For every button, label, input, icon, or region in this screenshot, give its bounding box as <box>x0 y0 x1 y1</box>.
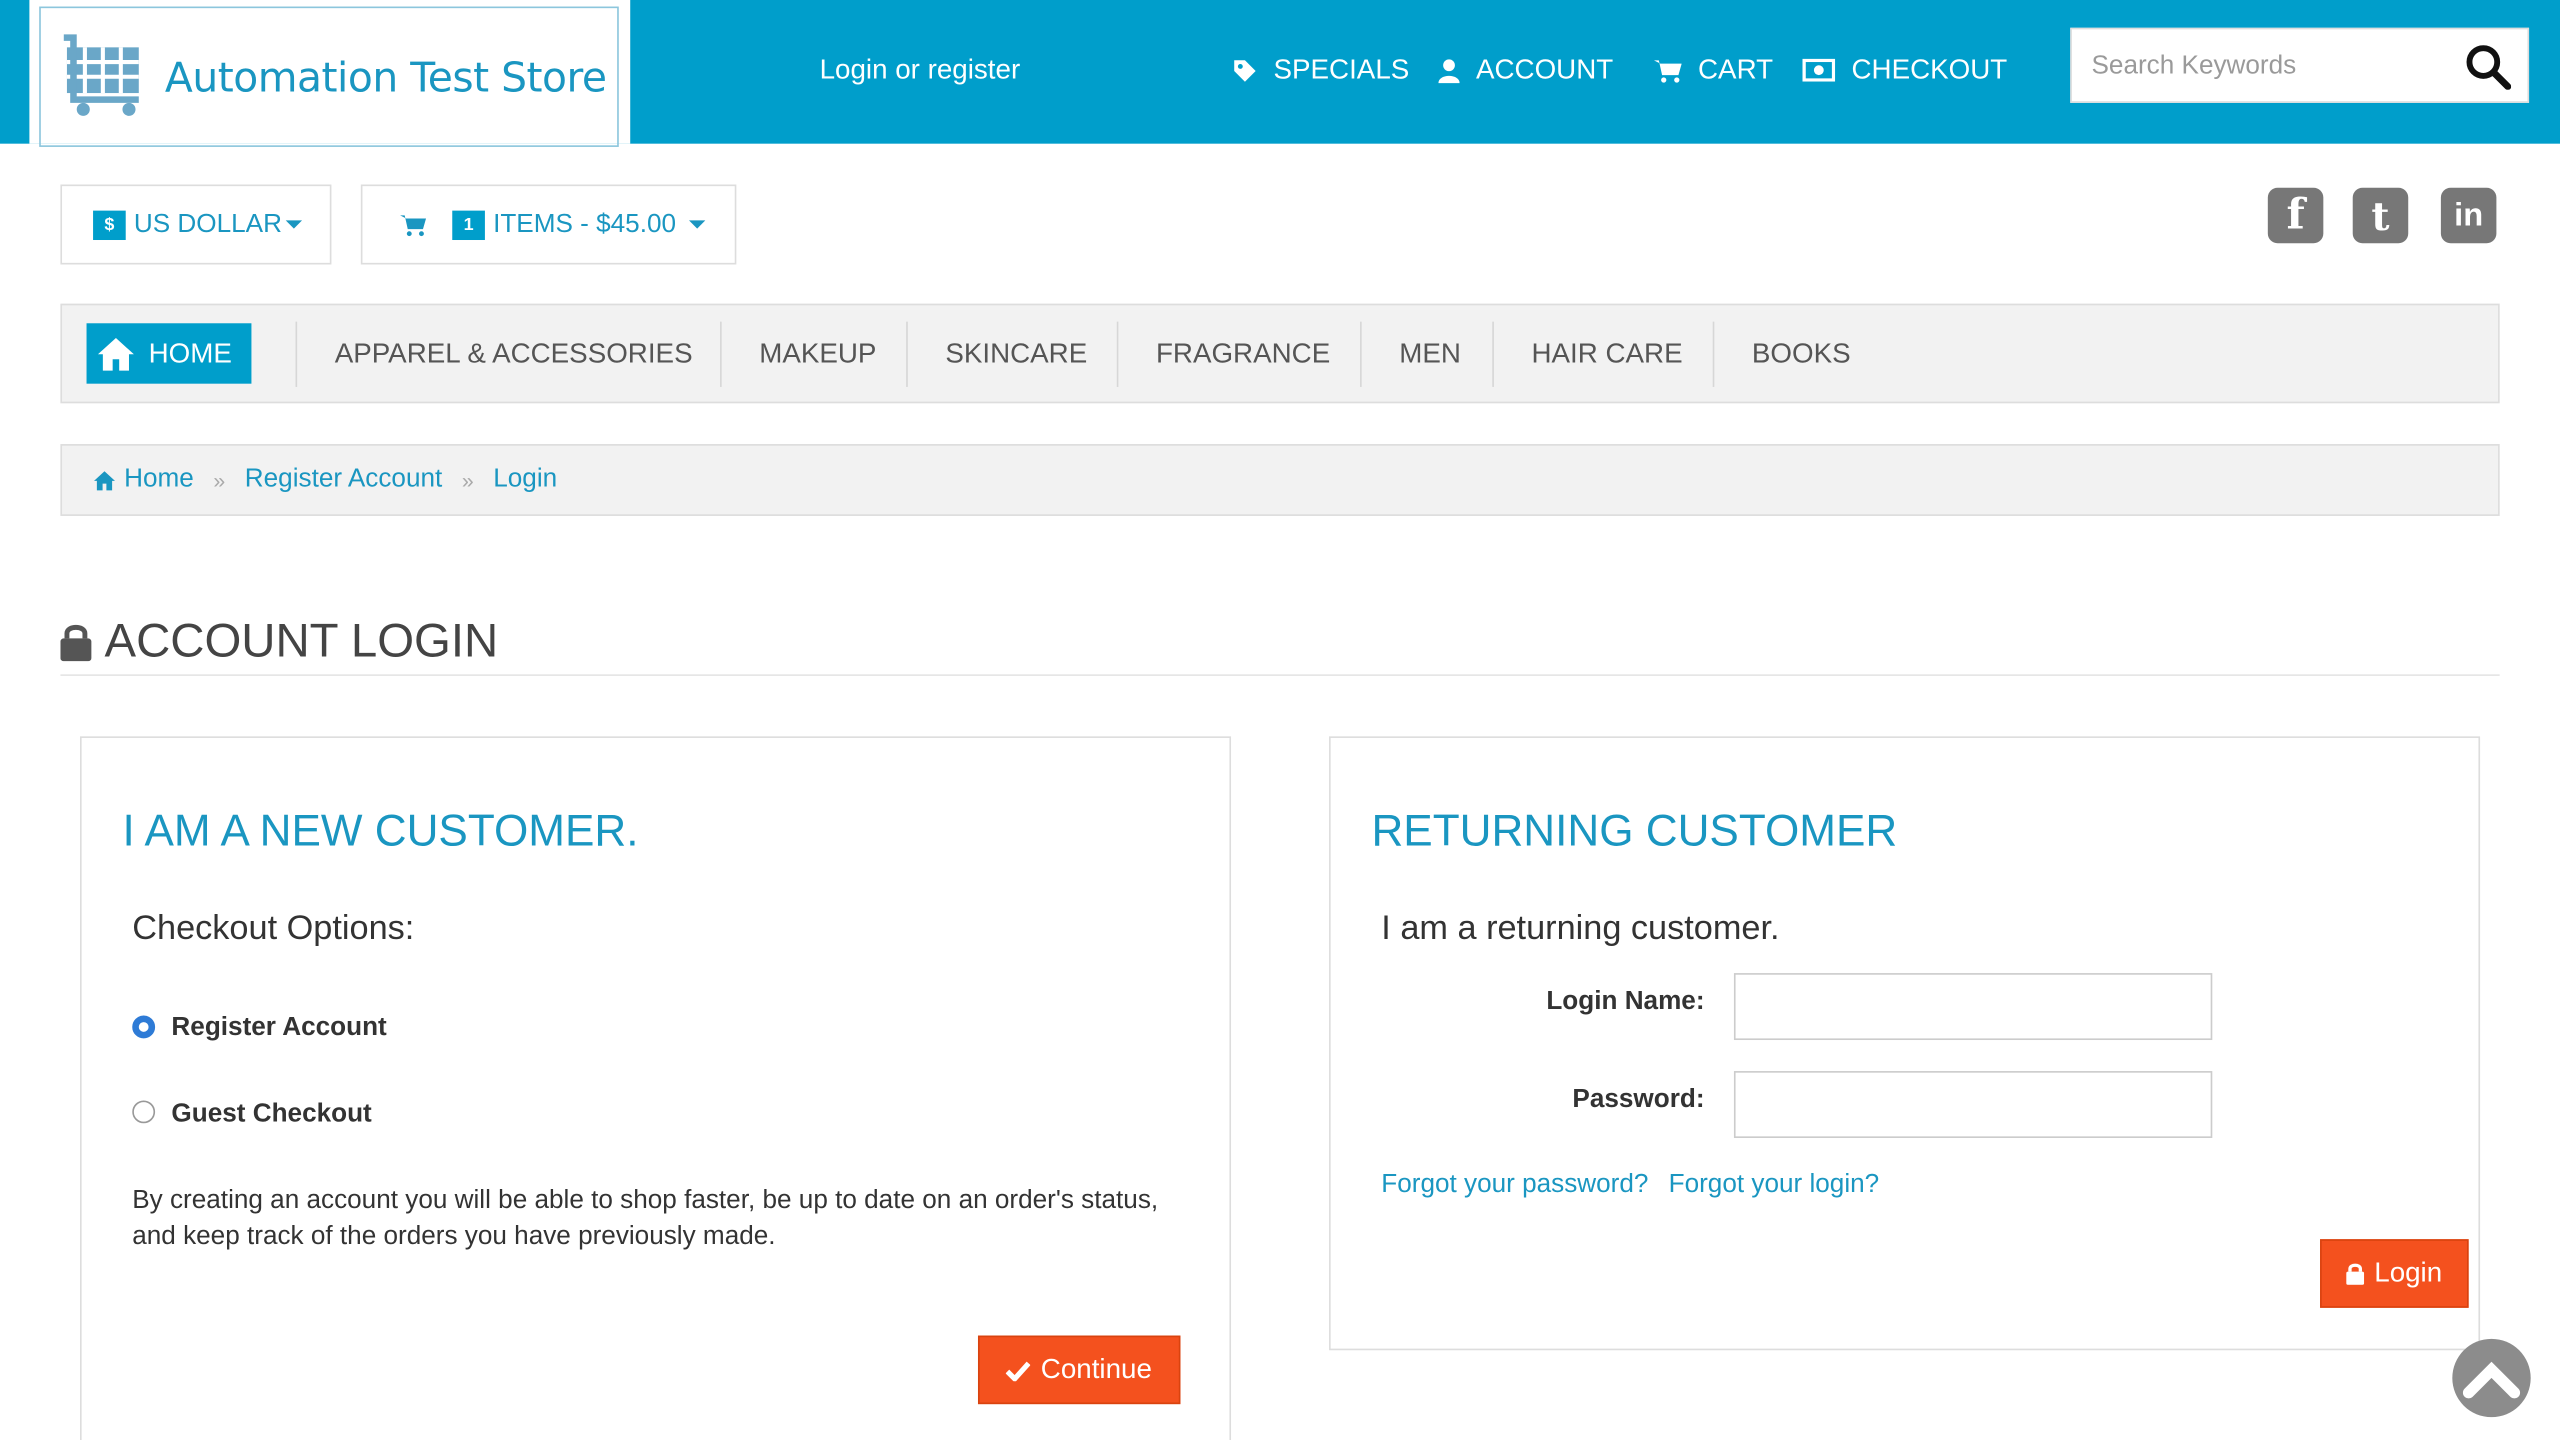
store-logo[interactable]: Automation Test Store <box>39 6 619 147</box>
returning-customer-title: RETURNING CUSTOMER <box>1371 806 1898 856</box>
logo-text: Automation Test Store <box>164 53 607 101</box>
shopping-cart-logo-icon <box>63 34 146 119</box>
lock-icon <box>2346 1262 2365 1285</box>
check-icon <box>1006 1359 1031 1381</box>
cart-icon <box>400 213 427 236</box>
breadcrumb-login[interactable]: Login <box>493 465 557 494</box>
menu-divider <box>1712 321 1715 387</box>
nav-account[interactable]: ACCOUNT <box>1438 54 1613 87</box>
forgot-password-link[interactable]: Forgot your password? <box>1381 1171 1648 1200</box>
menu-divider <box>720 321 722 387</box>
menu-divider <box>1360 321 1362 387</box>
category-hair-care[interactable]: HAIR CARE <box>1531 305 1682 401</box>
forgot-login-link[interactable]: Forgot your login? <box>1669 1171 1880 1200</box>
breadcrumb-home[interactable]: Home <box>124 465 194 494</box>
category-men[interactable]: MEN <box>1399 305 1461 401</box>
guest-checkout-radio[interactable] <box>132 1100 156 1124</box>
checkout-options-heading: Checkout Options: <box>132 909 415 947</box>
category-home[interactable]: HOME <box>86 323 252 384</box>
nav-specials-label: SPECIALS <box>1273 53 1410 85</box>
nav-cart-label: CART <box>1698 53 1774 85</box>
login-register-link[interactable]: Login or register <box>820 54 1021 87</box>
menu-divider <box>1492 321 1494 387</box>
search-icon[interactable] <box>2465 44 2512 90</box>
tag-icon <box>1233 58 1257 82</box>
continue-button[interactable]: Continue <box>977 1335 1181 1405</box>
page-title: ACCOUNT LOGIN <box>60 609 2500 676</box>
category-home-label: HOME <box>148 337 232 369</box>
cart-count-badge: 1 <box>452 209 485 240</box>
register-account-radio[interactable] <box>132 1015 156 1039</box>
currency-dropdown[interactable]: $ US DOLLAR <box>60 184 332 265</box>
cart-dropdown[interactable]: 1 ITEMS - $45.00 <box>360 184 737 265</box>
menu-divider <box>295 321 298 387</box>
cart-summary: ITEMS - $45.00 <box>493 209 677 238</box>
currency-symbol-badge: $ <box>93 209 126 240</box>
login-name-label: Login Name: <box>1546 987 1705 1016</box>
nav-checkout-label: CHECKOUT <box>1851 53 2008 85</box>
breadcrumb-register-account[interactable]: Register Account <box>245 465 442 494</box>
page: Automation Test Store Login or register … <box>0 0 2560 1440</box>
guest-checkout-label: Guest Checkout <box>171 1100 372 1129</box>
category-fragrance[interactable]: FRAGRANCE <box>1156 305 1330 401</box>
nav-account-label: ACCOUNT <box>1475 53 1614 85</box>
category-menu: HOME APPAREL & ACCESSORIES MAKEUP SKINCA… <box>60 303 2500 404</box>
caret-down-icon <box>285 220 302 229</box>
returning-customer-panel: RETURNING CUSTOMER I am a returning cust… <box>1329 736 2481 1351</box>
home-icon <box>93 469 116 490</box>
cart-icon <box>1653 58 1682 82</box>
new-customer-panel: I AM A NEW CUSTOMER. Checkout Options: R… <box>80 736 1232 1440</box>
category-makeup[interactable]: MAKEUP <box>759 305 876 401</box>
facebook-icon[interactable]: f <box>2267 187 2324 244</box>
category-books[interactable]: BOOKS <box>1752 305 1851 401</box>
category-skincare[interactable]: SKINCARE <box>945 305 1087 401</box>
linkedin-icon[interactable]: in <box>2440 187 2497 244</box>
money-icon <box>1802 58 1836 82</box>
chevron-up-icon <box>2462 1357 2521 1399</box>
home-icon <box>96 336 135 372</box>
returning-customer-subtitle: I am a returning customer. <box>1381 909 1780 947</box>
user-icon <box>1438 58 1460 83</box>
nav-cart[interactable]: CART <box>1653 53 1774 87</box>
double-chevron-right-icon: » <box>213 467 226 493</box>
caret-down-icon <box>689 220 706 229</box>
currency-label: US DOLLAR <box>133 209 282 238</box>
login-register-label: Login or register <box>819 53 1021 85</box>
new-customer-title: I AM A NEW CUSTOMER. <box>122 806 639 856</box>
account-benefits-text: By creating an account you will be able … <box>132 1186 1159 1251</box>
twitter-icon[interactable]: t <box>2352 187 2409 244</box>
scroll-to-top-button[interactable] <box>2452 1338 2531 1418</box>
password-label: Password: <box>1572 1085 1705 1114</box>
login-button-label: Login <box>2374 1257 2443 1289</box>
continue-button-label: Continue <box>1040 1353 1152 1385</box>
password-input[interactable] <box>1733 1071 2213 1138</box>
login-name-input[interactable] <box>1733 973 2213 1041</box>
category-apparel[interactable]: APPAREL & ACCESSORIES <box>335 305 693 401</box>
menu-divider <box>1116 321 1119 387</box>
lock-icon <box>60 622 92 662</box>
double-chevron-right-icon: » <box>461 467 474 493</box>
nav-checkout[interactable]: CHECKOUT <box>1802 53 2008 87</box>
search-input[interactable] <box>2071 29 2471 105</box>
search-box <box>2070 27 2530 105</box>
nav-specials[interactable]: SPECIALS <box>1233 53 1410 87</box>
breadcrumb: Home » Register Account » Login <box>60 444 2500 516</box>
menu-divider <box>906 321 908 387</box>
login-button[interactable]: Login <box>2320 1239 2469 1308</box>
page-title-text: ACCOUNT LOGIN <box>104 614 499 667</box>
register-account-label: Register Account <box>171 1013 387 1042</box>
